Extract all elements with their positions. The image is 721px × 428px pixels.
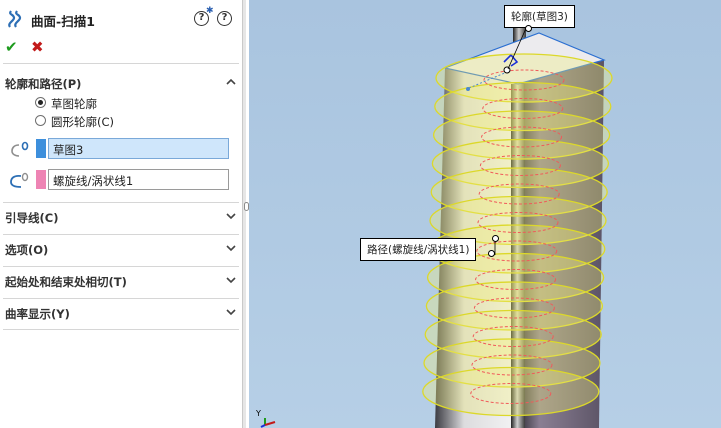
divider xyxy=(3,298,239,299)
profile-point xyxy=(466,87,470,91)
section-options-title: 选项(O) xyxy=(5,243,49,257)
section-profile-path-header[interactable]: 轮廓和路径(P) xyxy=(5,74,238,92)
helix-coil xyxy=(422,366,600,417)
section-guide-curves-header[interactable]: 引导线(C) xyxy=(5,208,238,226)
helix-path xyxy=(422,53,613,417)
divider xyxy=(3,266,239,267)
profile-callout[interactable]: 轮廓(草图3) xyxy=(504,5,575,32)
callout-anchor xyxy=(488,250,495,257)
section-curvature-title: 曲率显示(Y) xyxy=(5,307,70,321)
section-profile-path-title: 轮廓和路径(P) xyxy=(5,77,82,91)
graphics-viewport[interactable]: Y 轮廓(草图3) 路径(螺旋线/涡状线1) xyxy=(249,0,721,428)
profile-icon xyxy=(11,141,29,157)
radio-button-selected[interactable] xyxy=(35,97,46,108)
model-view[interactable]: Y xyxy=(249,0,721,428)
divider xyxy=(3,63,239,64)
callout-anchor xyxy=(492,235,499,242)
path-icon xyxy=(10,172,29,188)
path-callout[interactable]: 路径(螺旋线/涡状线1) xyxy=(360,235,499,261)
path-callout-label: 路径(螺旋线/涡状线1) xyxy=(367,244,470,256)
divider xyxy=(3,202,239,203)
radio-sketch-profile-label: 草图轮廓 xyxy=(51,97,97,111)
path-color-swatch xyxy=(36,170,46,189)
ok-button[interactable]: ✔ xyxy=(5,38,18,56)
chevron-down-icon[interactable] xyxy=(226,243,236,253)
feature-header: 曲面-扫描1 ? ✱ ? xyxy=(0,0,243,36)
chevron-down-icon[interactable] xyxy=(226,275,236,285)
radio-circular-profile-label: 圆形轮廓(C) xyxy=(51,115,115,129)
divider xyxy=(3,329,239,330)
chevron-up-icon[interactable] xyxy=(226,77,236,87)
sparkle-icon: ✱ xyxy=(206,6,214,16)
section-tangency-title: 起始处和结束处相切(T) xyxy=(5,275,127,289)
panel-splitter[interactable] xyxy=(243,0,246,428)
callout-anchor xyxy=(525,25,532,32)
section-guide-curves-title: 引导线(C) xyxy=(5,211,59,225)
chevron-down-icon[interactable] xyxy=(226,307,236,317)
radio-button[interactable] xyxy=(35,115,46,126)
profile-selection-box[interactable]: 草图3 xyxy=(48,138,229,159)
profile-selection-row: 草图3 xyxy=(3,136,239,160)
path-selection-row: 螺旋线/涡状线1 xyxy=(3,167,239,191)
section-tangency-header[interactable]: 起始处和结束处相切(T) xyxy=(5,272,238,290)
feature-title: 曲面-扫描1 xyxy=(31,14,95,29)
help-icon[interactable]: ? xyxy=(217,11,232,26)
section-curvature-header[interactable]: 曲率显示(Y) xyxy=(5,304,238,322)
path-selection-box[interactable]: 螺旋线/涡状线1 xyxy=(48,169,229,190)
profile-handle[interactable] xyxy=(503,66,511,74)
section-options-header[interactable]: 选项(O) xyxy=(5,240,238,258)
view-triad: Y xyxy=(255,409,276,428)
property-manager-panel: 曲面-扫描1 ? ✱ ? ✔ ✖ 轮廓和路径(P) 草图轮廓 圆形轮廓(C) 草… xyxy=(0,0,243,428)
profile-callout-label: 轮廓(草图3) xyxy=(511,11,568,23)
profile-color-swatch xyxy=(36,139,46,158)
chevron-down-icon[interactable] xyxy=(226,211,236,221)
divider xyxy=(3,234,239,235)
sweep-surface-icon xyxy=(8,10,22,28)
cancel-button[interactable]: ✖ xyxy=(31,38,44,56)
triad-y-label: Y xyxy=(255,409,261,418)
